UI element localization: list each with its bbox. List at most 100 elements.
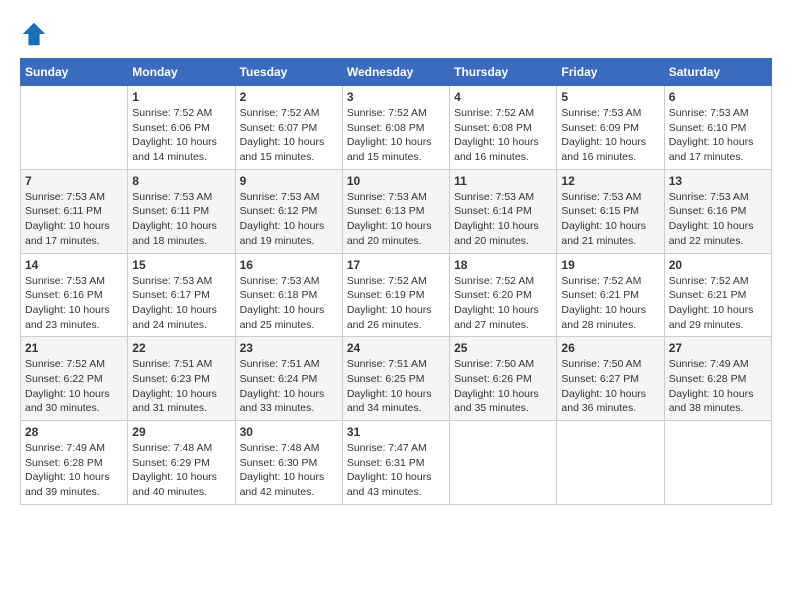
day-info: Sunrise: 7:53 AM Sunset: 6:16 PM Dayligh… bbox=[25, 274, 123, 333]
day-header-monday: Monday bbox=[128, 59, 235, 86]
day-number: 28 bbox=[25, 425, 123, 439]
day-info: Sunrise: 7:53 AM Sunset: 6:14 PM Dayligh… bbox=[454, 190, 552, 249]
day-header-tuesday: Tuesday bbox=[235, 59, 342, 86]
day-number: 25 bbox=[454, 341, 552, 355]
calendar-cell: 27 Sunrise: 7:49 AM Sunset: 6:28 PM Dayl… bbox=[664, 337, 771, 421]
calendar-cell: 24 Sunrise: 7:51 AM Sunset: 6:25 PM Dayl… bbox=[342, 337, 449, 421]
day-number: 24 bbox=[347, 341, 445, 355]
day-number: 3 bbox=[347, 90, 445, 104]
calendar-cell: 3 Sunrise: 7:52 AM Sunset: 6:08 PM Dayli… bbox=[342, 86, 449, 170]
calendar-cell: 17 Sunrise: 7:52 AM Sunset: 6:19 PM Dayl… bbox=[342, 253, 449, 337]
calendar-cell bbox=[664, 421, 771, 505]
calendar-cell bbox=[557, 421, 664, 505]
day-info: Sunrise: 7:51 AM Sunset: 6:24 PM Dayligh… bbox=[240, 357, 338, 416]
calendar-cell: 30 Sunrise: 7:48 AM Sunset: 6:30 PM Dayl… bbox=[235, 421, 342, 505]
calendar-cell: 20 Sunrise: 7:52 AM Sunset: 6:21 PM Dayl… bbox=[664, 253, 771, 337]
day-info: Sunrise: 7:51 AM Sunset: 6:25 PM Dayligh… bbox=[347, 357, 445, 416]
calendar-cell: 23 Sunrise: 7:51 AM Sunset: 6:24 PM Dayl… bbox=[235, 337, 342, 421]
day-info: Sunrise: 7:47 AM Sunset: 6:31 PM Dayligh… bbox=[347, 441, 445, 500]
day-info: Sunrise: 7:52 AM Sunset: 6:07 PM Dayligh… bbox=[240, 106, 338, 165]
day-info: Sunrise: 7:52 AM Sunset: 6:22 PM Dayligh… bbox=[25, 357, 123, 416]
calendar-cell: 21 Sunrise: 7:52 AM Sunset: 6:22 PM Dayl… bbox=[21, 337, 128, 421]
day-info: Sunrise: 7:53 AM Sunset: 6:13 PM Dayligh… bbox=[347, 190, 445, 249]
day-info: Sunrise: 7:52 AM Sunset: 6:19 PM Dayligh… bbox=[347, 274, 445, 333]
day-info: Sunrise: 7:52 AM Sunset: 6:08 PM Dayligh… bbox=[347, 106, 445, 165]
day-info: Sunrise: 7:53 AM Sunset: 6:16 PM Dayligh… bbox=[669, 190, 767, 249]
calendar-cell: 28 Sunrise: 7:49 AM Sunset: 6:28 PM Dayl… bbox=[21, 421, 128, 505]
week-row-1: 1 Sunrise: 7:52 AM Sunset: 6:06 PM Dayli… bbox=[21, 86, 772, 170]
calendar-cell: 11 Sunrise: 7:53 AM Sunset: 6:14 PM Dayl… bbox=[450, 169, 557, 253]
day-number: 7 bbox=[25, 174, 123, 188]
calendar-cell: 13 Sunrise: 7:53 AM Sunset: 6:16 PM Dayl… bbox=[664, 169, 771, 253]
day-number: 2 bbox=[240, 90, 338, 104]
day-info: Sunrise: 7:53 AM Sunset: 6:09 PM Dayligh… bbox=[561, 106, 659, 165]
calendar-cell: 12 Sunrise: 7:53 AM Sunset: 6:15 PM Dayl… bbox=[557, 169, 664, 253]
day-number: 10 bbox=[347, 174, 445, 188]
page-header bbox=[20, 20, 772, 48]
day-info: Sunrise: 7:52 AM Sunset: 6:20 PM Dayligh… bbox=[454, 274, 552, 333]
logo-icon bbox=[20, 20, 48, 48]
day-info: Sunrise: 7:48 AM Sunset: 6:29 PM Dayligh… bbox=[132, 441, 230, 500]
calendar-cell: 31 Sunrise: 7:47 AM Sunset: 6:31 PM Dayl… bbox=[342, 421, 449, 505]
day-number: 20 bbox=[669, 258, 767, 272]
day-number: 5 bbox=[561, 90, 659, 104]
day-info: Sunrise: 7:53 AM Sunset: 6:12 PM Dayligh… bbox=[240, 190, 338, 249]
week-row-5: 28 Sunrise: 7:49 AM Sunset: 6:28 PM Dayl… bbox=[21, 421, 772, 505]
day-number: 22 bbox=[132, 341, 230, 355]
day-header-wednesday: Wednesday bbox=[342, 59, 449, 86]
day-number: 15 bbox=[132, 258, 230, 272]
calendar-cell: 8 Sunrise: 7:53 AM Sunset: 6:11 PM Dayli… bbox=[128, 169, 235, 253]
calendar-table: SundayMondayTuesdayWednesdayThursdayFrid… bbox=[20, 58, 772, 505]
calendar-cell: 26 Sunrise: 7:50 AM Sunset: 6:27 PM Dayl… bbox=[557, 337, 664, 421]
day-info: Sunrise: 7:52 AM Sunset: 6:21 PM Dayligh… bbox=[669, 274, 767, 333]
day-info: Sunrise: 7:49 AM Sunset: 6:28 PM Dayligh… bbox=[669, 357, 767, 416]
day-number: 26 bbox=[561, 341, 659, 355]
day-info: Sunrise: 7:48 AM Sunset: 6:30 PM Dayligh… bbox=[240, 441, 338, 500]
calendar-cell: 22 Sunrise: 7:51 AM Sunset: 6:23 PM Dayl… bbox=[128, 337, 235, 421]
calendar-cell: 18 Sunrise: 7:52 AM Sunset: 6:20 PM Dayl… bbox=[450, 253, 557, 337]
day-header-friday: Friday bbox=[557, 59, 664, 86]
calendar-header-row: SundayMondayTuesdayWednesdayThursdayFrid… bbox=[21, 59, 772, 86]
week-row-3: 14 Sunrise: 7:53 AM Sunset: 6:16 PM Dayl… bbox=[21, 253, 772, 337]
day-info: Sunrise: 7:53 AM Sunset: 6:18 PM Dayligh… bbox=[240, 274, 338, 333]
day-info: Sunrise: 7:49 AM Sunset: 6:28 PM Dayligh… bbox=[25, 441, 123, 500]
day-info: Sunrise: 7:50 AM Sunset: 6:27 PM Dayligh… bbox=[561, 357, 659, 416]
calendar-cell: 15 Sunrise: 7:53 AM Sunset: 6:17 PM Dayl… bbox=[128, 253, 235, 337]
calendar-cell: 5 Sunrise: 7:53 AM Sunset: 6:09 PM Dayli… bbox=[557, 86, 664, 170]
calendar-cell: 25 Sunrise: 7:50 AM Sunset: 6:26 PM Dayl… bbox=[450, 337, 557, 421]
day-number: 30 bbox=[240, 425, 338, 439]
day-header-saturday: Saturday bbox=[664, 59, 771, 86]
day-info: Sunrise: 7:53 AM Sunset: 6:11 PM Dayligh… bbox=[132, 190, 230, 249]
day-number: 8 bbox=[132, 174, 230, 188]
day-number: 21 bbox=[25, 341, 123, 355]
day-info: Sunrise: 7:53 AM Sunset: 6:11 PM Dayligh… bbox=[25, 190, 123, 249]
day-number: 13 bbox=[669, 174, 767, 188]
calendar-cell: 6 Sunrise: 7:53 AM Sunset: 6:10 PM Dayli… bbox=[664, 86, 771, 170]
day-number: 16 bbox=[240, 258, 338, 272]
day-info: Sunrise: 7:53 AM Sunset: 6:15 PM Dayligh… bbox=[561, 190, 659, 249]
logo bbox=[20, 20, 52, 48]
day-number: 18 bbox=[454, 258, 552, 272]
day-number: 6 bbox=[669, 90, 767, 104]
calendar-cell: 4 Sunrise: 7:52 AM Sunset: 6:08 PM Dayli… bbox=[450, 86, 557, 170]
day-info: Sunrise: 7:53 AM Sunset: 6:10 PM Dayligh… bbox=[669, 106, 767, 165]
calendar-cell: 19 Sunrise: 7:52 AM Sunset: 6:21 PM Dayl… bbox=[557, 253, 664, 337]
day-info: Sunrise: 7:50 AM Sunset: 6:26 PM Dayligh… bbox=[454, 357, 552, 416]
day-number: 14 bbox=[25, 258, 123, 272]
day-number: 31 bbox=[347, 425, 445, 439]
day-number: 23 bbox=[240, 341, 338, 355]
day-info: Sunrise: 7:52 AM Sunset: 6:06 PM Dayligh… bbox=[132, 106, 230, 165]
day-number: 17 bbox=[347, 258, 445, 272]
day-header-sunday: Sunday bbox=[21, 59, 128, 86]
day-number: 27 bbox=[669, 341, 767, 355]
calendar-cell: 2 Sunrise: 7:52 AM Sunset: 6:07 PM Dayli… bbox=[235, 86, 342, 170]
calendar-cell bbox=[21, 86, 128, 170]
day-number: 1 bbox=[132, 90, 230, 104]
day-header-thursday: Thursday bbox=[450, 59, 557, 86]
day-number: 4 bbox=[454, 90, 552, 104]
day-number: 19 bbox=[561, 258, 659, 272]
day-number: 29 bbox=[132, 425, 230, 439]
calendar-cell bbox=[450, 421, 557, 505]
calendar-cell: 9 Sunrise: 7:53 AM Sunset: 6:12 PM Dayli… bbox=[235, 169, 342, 253]
calendar-cell: 10 Sunrise: 7:53 AM Sunset: 6:13 PM Dayl… bbox=[342, 169, 449, 253]
